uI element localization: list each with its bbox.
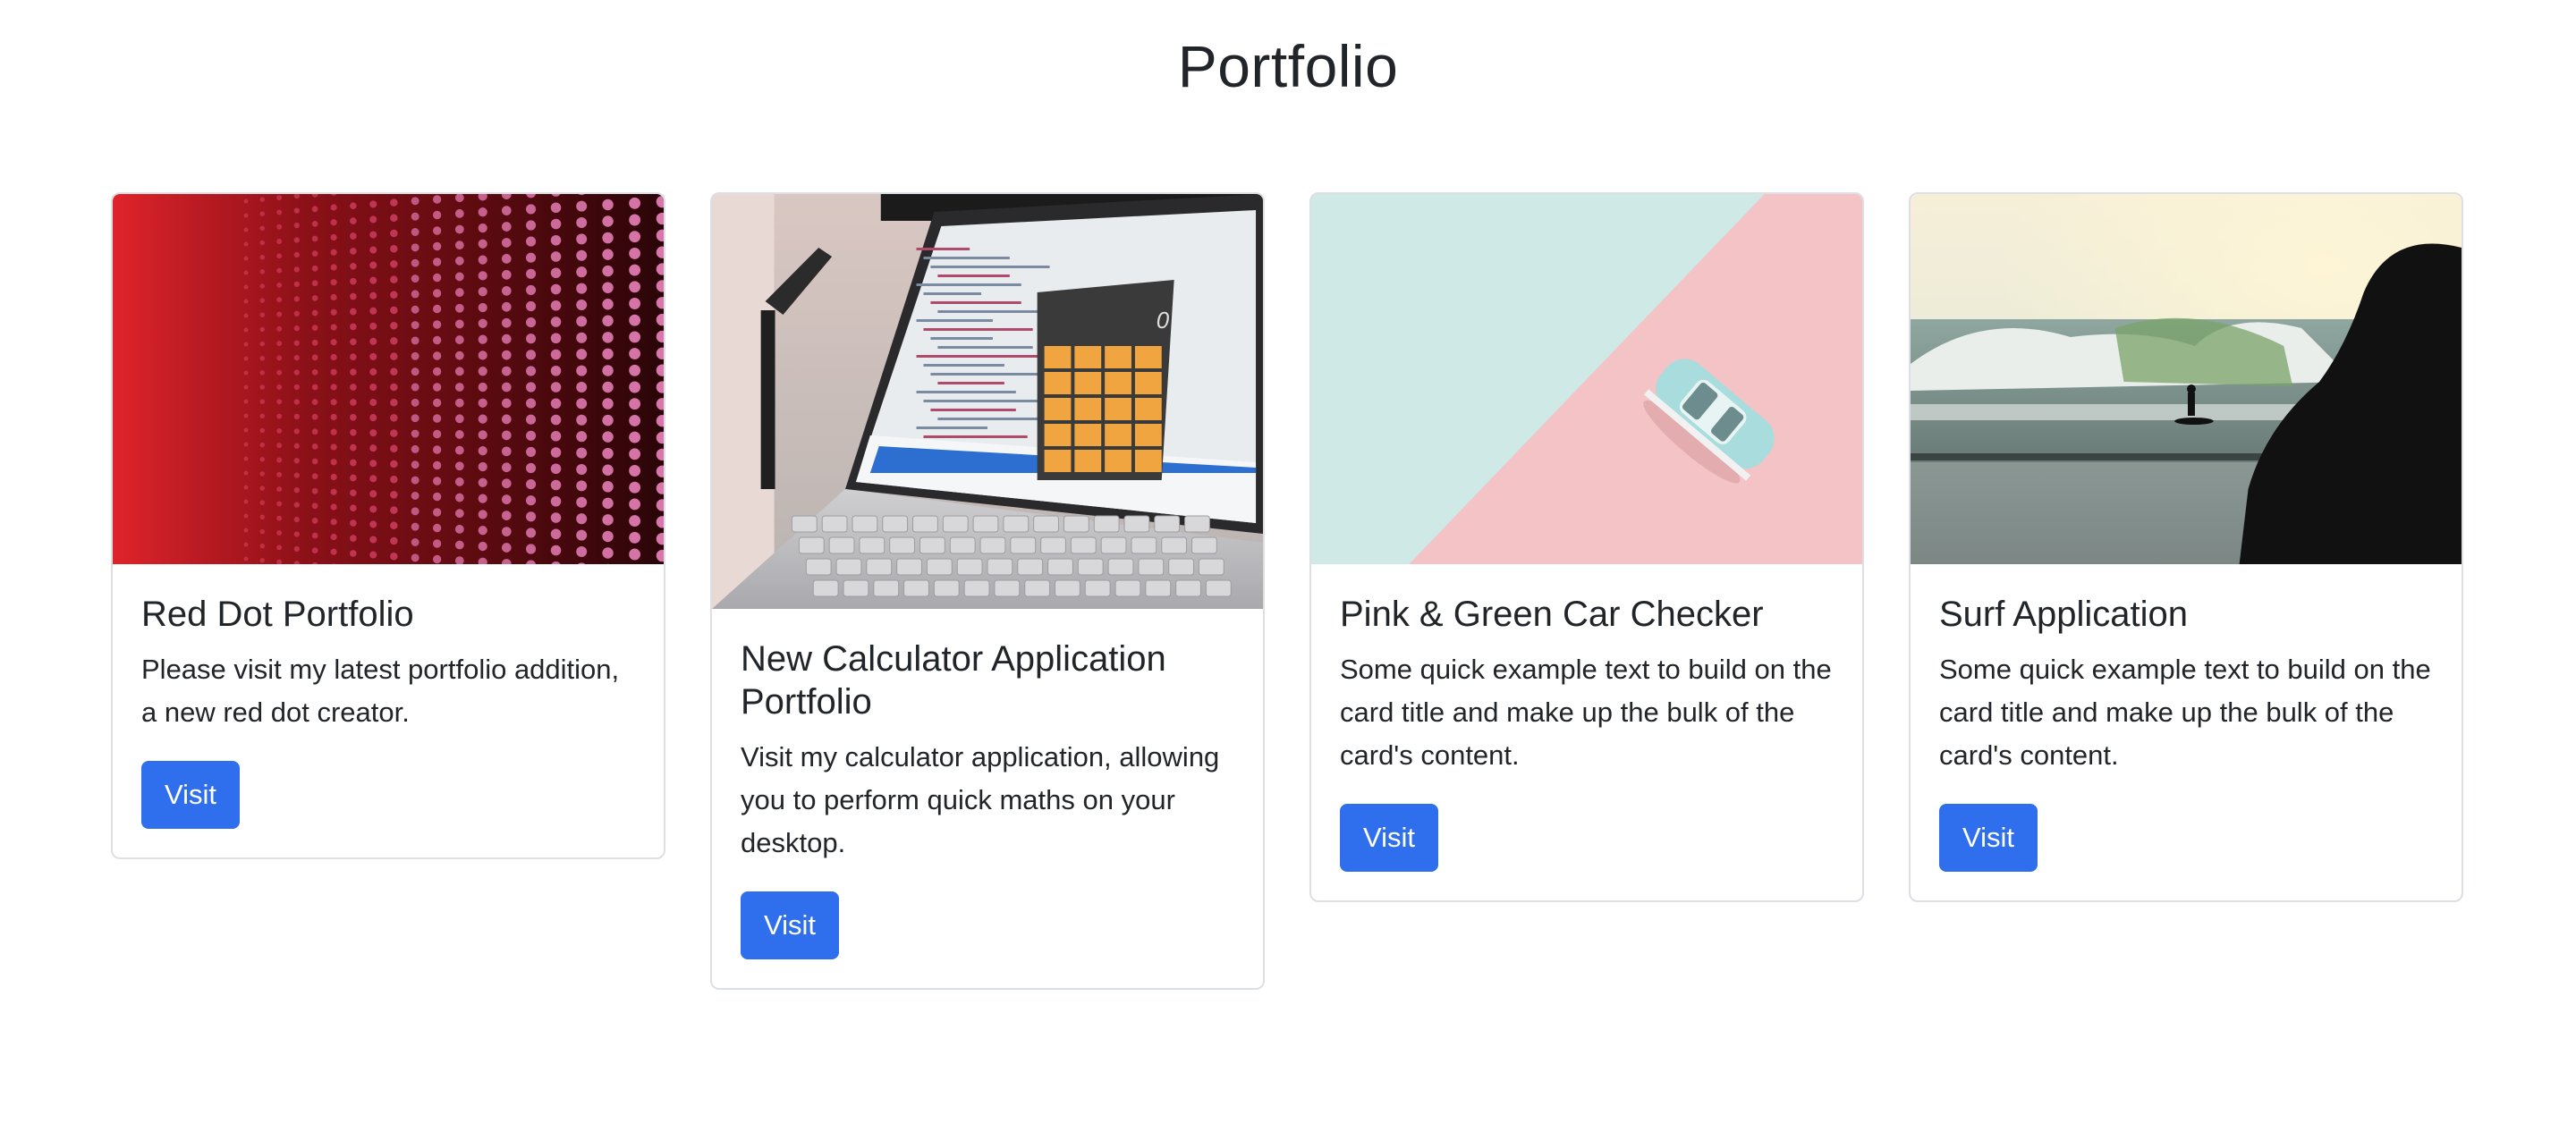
visit-button[interactable]: Visit xyxy=(1340,804,1439,872)
portfolio-card-red-dot: Red Dot Portfolio Please visit my latest… xyxy=(111,192,665,859)
surfer-image xyxy=(1911,194,2462,564)
card-text: Some quick example text to build on the … xyxy=(1340,654,1832,771)
card-title: Surf Application xyxy=(1939,595,2188,634)
portfolio-card-car-checker: Pink & Green Car Checker Some quick exam… xyxy=(1309,192,1864,902)
card-title: Pink & Green Car Checker xyxy=(1340,595,1764,634)
visit-button[interactable]: Visit xyxy=(141,761,241,829)
laptop-calculator-image: 0 xyxy=(712,194,1263,609)
toy-car-image xyxy=(1311,194,1862,564)
red-dot-image xyxy=(113,194,664,564)
page-title: Portfolio xyxy=(1177,33,1399,99)
card-text: Some quick example text to build on the … xyxy=(1939,654,2431,771)
visit-button[interactable]: Visit xyxy=(741,891,840,959)
visit-button[interactable]: Visit xyxy=(1939,804,2038,872)
card-title: Red Dot Portfolio xyxy=(141,595,414,634)
calc-display-text: 0 xyxy=(1157,308,1170,334)
card-title: New Calculator Application Portfolio xyxy=(741,639,1166,722)
portfolio-card-calculator: 0 New Calculator Application Portfolio V… xyxy=(710,192,1265,990)
portfolio-card-surf: Surf Application Some quick example text… xyxy=(1909,192,2463,902)
card-text: Visit my calculator application, allowin… xyxy=(741,741,1220,858)
card-text: Please visit my latest portfolio additio… xyxy=(141,654,620,728)
portfolio-page: Portfolio Red Dot Portfolio Please visit… xyxy=(0,0,2576,1123)
